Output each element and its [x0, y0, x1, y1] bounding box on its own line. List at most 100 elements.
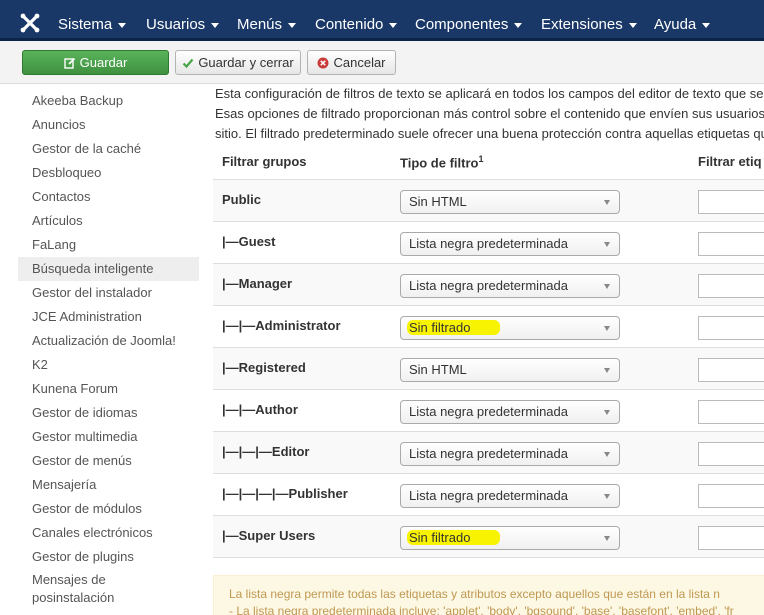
- caret-down-icon: [702, 22, 711, 28]
- sidebar-item-gestor-menus[interactable]: Gestor de menús: [18, 449, 199, 473]
- menu-contenido[interactable]: Contenido: [315, 15, 398, 35]
- group-name: |—Registered: [222, 360, 306, 375]
- selected-value: Sin HTML: [409, 362, 467, 377]
- filter-tags-input[interactable]: [698, 274, 764, 298]
- sidebar-item-gestor-cache[interactable]: Gestor de la caché: [18, 137, 199, 161]
- sidebar-item-articulos[interactable]: Artículos: [18, 209, 199, 233]
- header-filter-tags: Filtrar etiq: [698, 154, 762, 169]
- dropdown-arrow-icon: [604, 368, 610, 373]
- cancel-button[interactable]: Cancelar: [307, 50, 396, 75]
- description-line: sitio. El filtrado predeterminado suele …: [215, 126, 764, 141]
- sidebar-item-canales-electronicos[interactable]: Canales electrónicos: [18, 521, 199, 545]
- sidebar-item-contactos[interactable]: Contactos: [18, 185, 199, 209]
- selected-value: Lista negra predeterminada: [409, 446, 568, 461]
- footnote-marker: 1: [478, 154, 484, 164]
- selected-value: Sin HTML: [409, 194, 467, 209]
- selected-value: Lista negra predeterminada: [409, 236, 568, 251]
- sidebar-item-actualizacion-joomla[interactable]: Actualización de Joomla!: [18, 329, 199, 353]
- group-name: |—|—Administrator: [222, 318, 341, 333]
- checkmark-icon: [183, 58, 194, 69]
- table-row: |—|—Administrator Sin filtrado: [213, 306, 764, 348]
- main-content: Esta configuración de filtros de texto s…: [213, 84, 764, 615]
- header-filter-type-label: Tipo de filtro: [400, 155, 479, 171]
- filter-tags-input[interactable]: [698, 232, 764, 256]
- filter-type-select[interactable]: Lista negra predeterminada: [400, 274, 620, 298]
- menu-label: Sistema: [58, 16, 113, 33]
- filter-type-select[interactable]: Sin HTML: [400, 358, 620, 382]
- filter-type-select[interactable]: Sin filtrado: [400, 526, 620, 550]
- filter-tags-input[interactable]: [698, 400, 764, 424]
- dropdown-arrow-icon: [604, 284, 610, 289]
- save-and-close-button[interactable]: Guardar y cerrar: [175, 50, 301, 75]
- sidebar-item-gestor-modulos[interactable]: Gestor de módulos: [18, 497, 199, 521]
- caret-down-icon: [288, 22, 297, 28]
- filter-tags-input[interactable]: [698, 484, 764, 508]
- menu-label: Componentes: [415, 16, 509, 33]
- sidebar-item-k2[interactable]: K2: [18, 353, 199, 377]
- sidebar-item-desbloqueo[interactable]: Desbloqueo: [18, 161, 199, 185]
- sidebar-item-gestor-plugins[interactable]: Gestor de plugins: [18, 545, 199, 569]
- header-filter-type: Tipo de filtro1: [400, 154, 484, 170]
- filter-type-select[interactable]: Sin filtrado: [400, 316, 620, 340]
- menu-label: Ayuda: [654, 16, 697, 33]
- filter-type-select[interactable]: Lista negra predeterminada: [400, 442, 620, 466]
- sidebar-item-gestor-instalador[interactable]: Gestor del instalador: [18, 281, 199, 305]
- filter-tags-input[interactable]: [698, 358, 764, 382]
- filter-tags-input[interactable]: [698, 190, 764, 214]
- filter-type-select[interactable]: Lista negra predeterminada: [400, 232, 620, 256]
- sidebar-item-mensajes-posinstalacion[interactable]: Mensajes de posinstalación: [18, 569, 138, 609]
- table-row: |—|—|—Editor Lista negra predeterminada: [213, 432, 764, 474]
- group-name: |—|—|—|—Publisher: [222, 486, 348, 501]
- table-row: |—Manager Lista negra predeterminada: [213, 264, 764, 306]
- sidebar-item-jce-administration[interactable]: JCE Administration: [18, 305, 199, 329]
- dropdown-arrow-icon: [604, 326, 610, 331]
- description-line: Esta configuración de filtros de texto s…: [215, 86, 764, 101]
- cancel-circle-icon: [317, 57, 329, 69]
- joomla-logo-icon[interactable]: [19, 12, 41, 34]
- header-filter-groups: Filtrar grupos: [222, 154, 307, 169]
- table-row: |—Super Users Sin filtrado: [213, 516, 764, 558]
- note-line: La lista negra permite todas las etiquet…: [229, 587, 720, 601]
- table-row: Public Sin HTML: [213, 180, 764, 222]
- description-line: Esas opciones de filtrado proporcionan m…: [215, 106, 764, 121]
- selected-value: Lista negra predeterminada: [409, 488, 568, 503]
- menu-label: Usuarios: [146, 16, 206, 33]
- sidebar-item-busqueda-inteligente[interactable]: Búsqueda inteligente: [18, 257, 199, 281]
- dropdown-arrow-icon: [604, 410, 610, 415]
- filter-type-select[interactable]: Lista negra predeterminada: [400, 400, 620, 424]
- menu-sistema[interactable]: Sistema: [58, 15, 127, 35]
- sidebar-item-falang[interactable]: FaLang: [18, 233, 199, 257]
- selected-value: Lista negra predeterminada: [409, 404, 568, 419]
- group-name: |—Manager: [222, 276, 293, 291]
- selected-value-highlighted: Sin filtrado: [407, 530, 501, 545]
- toolbar: Guardar Guardar y cerrar Cancelar: [0, 41, 764, 84]
- menu-extensiones[interactable]: Extensiones: [541, 15, 637, 35]
- menu-label: Extensiones: [541, 16, 623, 33]
- dropdown-arrow-icon: [604, 494, 610, 499]
- caret-down-icon: [389, 22, 398, 28]
- save-button-label: Guardar: [79, 55, 128, 70]
- sidebar-item-mensajeria[interactable]: Mensajería: [18, 473, 199, 497]
- dropdown-arrow-icon: [604, 200, 610, 205]
- sidebar-item-akeeba-backup[interactable]: Akeeba Backup: [18, 89, 199, 113]
- sidebar-item-gestor-idiomas[interactable]: Gestor de idiomas: [18, 401, 199, 425]
- filter-tags-input[interactable]: [698, 316, 764, 340]
- menu-componentes[interactable]: Componentes: [415, 15, 523, 35]
- save-button[interactable]: Guardar: [22, 50, 169, 75]
- caret-down-icon: [514, 22, 523, 28]
- sidebar-item-gestor-multimedia[interactable]: Gestor multimedia: [18, 425, 199, 449]
- menu-menus[interactable]: Menús: [237, 15, 297, 35]
- menu-usuarios[interactable]: Usuarios: [146, 15, 220, 35]
- group-name: |—|—|—Editor: [222, 444, 310, 459]
- cancel-label: Cancelar: [333, 55, 386, 70]
- sidebar-item-kunena-forum[interactable]: Kunena Forum: [18, 377, 199, 401]
- save-and-close-label: Guardar y cerrar: [198, 55, 294, 70]
- filter-type-select[interactable]: Lista negra predeterminada: [400, 484, 620, 508]
- filter-tags-input[interactable]: [698, 442, 764, 466]
- filter-type-select[interactable]: Sin HTML: [400, 190, 620, 214]
- filter-tags-input[interactable]: [698, 526, 764, 550]
- sidebar-item-anuncios[interactable]: Anuncios: [18, 113, 199, 137]
- dropdown-arrow-icon: [604, 242, 610, 247]
- menu-label: Menús: [237, 16, 283, 33]
- menu-ayuda[interactable]: Ayuda: [654, 15, 711, 35]
